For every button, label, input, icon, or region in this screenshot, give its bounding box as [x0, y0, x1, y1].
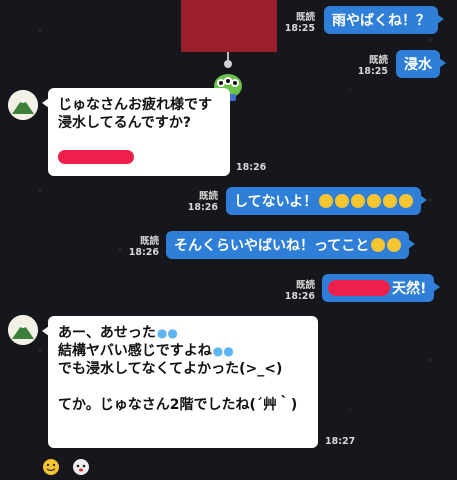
laughing-emoji-icon: [399, 194, 414, 208]
timestamp: 18:26: [284, 291, 315, 302]
message-meta: 既読 18:26: [283, 280, 315, 302]
mountain-avatar-icon: [8, 315, 38, 345]
read-receipt: 既読: [368, 55, 388, 66]
outgoing-message-bubble[interactable]: してないよ！: [226, 187, 428, 215]
read-receipt: 既読: [139, 236, 159, 247]
laughing-emoji-icon: [367, 194, 382, 208]
message-line: 浸水してるんですか?: [58, 115, 192, 131]
read-receipt: 既読: [198, 191, 218, 202]
timestamp: 18:26: [187, 202, 218, 213]
incoming-message-bubble[interactable]: じゅなさんお疲れ様です 浸水してるんですか?: [42, 88, 230, 176]
message-meta: 既読 18:25: [283, 12, 315, 34]
message-text: 浸水: [404, 57, 432, 73]
message-text: 天然!: [392, 281, 427, 297]
message-text: そんくらいやばいね！ってこと: [174, 238, 370, 254]
timestamp: 18:26: [236, 162, 267, 173]
message-line: じゅなさんお疲れ様です: [58, 97, 212, 113]
read-receipt: 既読: [295, 12, 315, 23]
incoming-message-bubble[interactable]: あー、あせった●● 結構ヤバい感じですよね●● でも浸水してなくてよかった(>_…: [42, 316, 318, 448]
laughing-emoji-icon: [371, 238, 386, 252]
message-meta: 既読 18:26: [186, 191, 218, 213]
outgoing-message-bubble[interactable]: 浸水: [396, 50, 446, 78]
timestamp: 18:26: [128, 247, 159, 258]
outgoing-message-bubble[interactable]: 天然!: [322, 274, 441, 302]
avatar[interactable]: [8, 315, 38, 345]
message-line: [58, 378, 308, 396]
laughing-emoji-icon: [351, 194, 366, 208]
face-reaction-icon[interactable]: [72, 458, 90, 476]
message-line: 結構ヤバい感じですよね●●: [58, 343, 234, 359]
message-text: 雨やばくね！？: [332, 13, 430, 29]
laughing-emoji-icon: [319, 194, 334, 208]
redacted-text: [58, 150, 134, 164]
timestamp: 18:27: [325, 436, 356, 447]
shared-image[interactable]: [181, 0, 277, 52]
laughing-emoji-icon: [335, 194, 350, 208]
timestamp: 18:25: [284, 23, 315, 34]
smiley-reaction-icon[interactable]: [42, 458, 60, 476]
avatar[interactable]: [8, 90, 38, 120]
message-line: あー、あせった●●: [58, 325, 178, 341]
outgoing-message-bubble[interactable]: そんくらいやばいね！ってこと: [166, 231, 416, 259]
read-receipt: 既読: [295, 280, 315, 291]
laughing-emoji-icon: [387, 238, 402, 252]
message-meta: 既読 18:26: [127, 236, 159, 258]
message-line: でも浸水してなくてよかった(>_<): [58, 361, 283, 377]
message-text: してないよ！: [234, 194, 318, 210]
laughing-emoji-icon: [383, 194, 398, 208]
message-meta: 既読 18:25: [356, 55, 388, 77]
outgoing-message-bubble[interactable]: 雨やばくね！？: [324, 6, 444, 34]
timestamp: 18:25: [357, 66, 388, 77]
sweat-drops-icon: ●●: [156, 326, 178, 340]
redacted-text: [328, 280, 390, 296]
mountain-avatar-icon: [8, 90, 38, 120]
message-line: てか。じゅなさん2階でしたね(´艸｀): [58, 397, 298, 413]
sweat-drops-icon: ●●: [212, 344, 234, 358]
